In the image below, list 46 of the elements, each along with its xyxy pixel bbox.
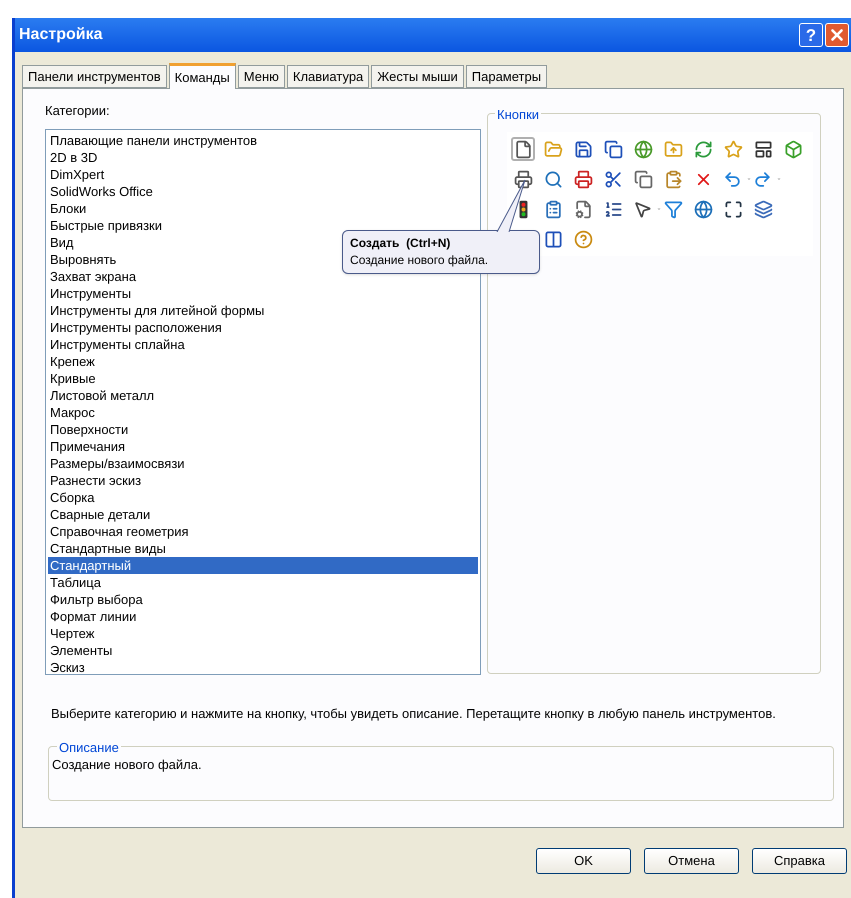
category-item[interactable]: Инструменты сплайна: [48, 336, 478, 352]
category-item[interactable]: Инструменты: [48, 284, 478, 302]
category-item[interactable]: Инструменты для литейной формы: [48, 302, 478, 318]
help-title-button[interactable]: ?: [799, 23, 823, 47]
dialog-button[interactable]: Отмена: [644, 848, 739, 874]
category-item[interactable]: Макрос: [48, 404, 478, 420]
dialog-button[interactable]: Справка: [752, 848, 847, 874]
category-item[interactable]: Сборка: [48, 488, 478, 506]
category-item[interactable]: Крепеж: [48, 352, 478, 370]
category-item[interactable]: Блоки: [48, 200, 478, 216]
category-item[interactable]: Стандартные виды: [48, 540, 478, 556]
window-title: Настройка: [19, 25, 104, 45]
category-item[interactable]: SolidWorks Office: [48, 182, 478, 200]
category-item[interactable]: Размеры/взаимосвязи: [48, 454, 478, 472]
category-item[interactable]: Поверхности: [48, 420, 478, 438]
category-item[interactable]: Захват экрана: [48, 268, 478, 284]
category-item[interactable]: Эскиз: [48, 658, 478, 674]
categories-label: Категории:: [45, 102, 111, 120]
category-item[interactable]: Кривые: [48, 370, 478, 386]
category-item[interactable]: Плавающие панели инструментов: [48, 132, 478, 148]
category-item[interactable]: Примечания: [48, 438, 478, 454]
category-item[interactable]: Справочная геометрия: [48, 522, 478, 540]
category-item[interactable]: Стандартный: [48, 556, 478, 574]
tab[interactable]: Жесты мыши: [371, 65, 464, 88]
category-item[interactable]: Фильтр выбора: [48, 590, 478, 608]
hint-text: Выберите категорию и нажмите на кнопку, чтобы увидеть описание. Перетащите кнопку в любую панель инструментов.: [51, 704, 777, 722]
description-text: Создание нового файла.: [52, 756, 202, 774]
category-item[interactable]: Быстрые привязки: [48, 216, 478, 234]
category-item[interactable]: Сварные детали: [48, 506, 478, 522]
category-item[interactable]: 2D в 3D: [48, 148, 478, 166]
tooltip-text: Создание нового файла.: [350, 252, 490, 268]
category-item[interactable]: DimXpert: [48, 166, 478, 182]
tooltip-title: Создать (Ctrl+N): [350, 235, 452, 252]
category-item[interactable]: Разнести эскиз: [48, 472, 478, 488]
tab[interactable]: Меню: [238, 65, 285, 88]
tab[interactable]: Параметры: [466, 65, 548, 88]
tab[interactable]: Панели инструментов: [22, 65, 167, 88]
category-item[interactable]: Чертеж: [48, 624, 478, 642]
tab[interactable]: Команды: [168, 63, 236, 89]
category-item[interactable]: Таблица: [48, 574, 478, 590]
category-item[interactable]: Формат линии: [48, 608, 478, 624]
category-item[interactable]: Листовой металл: [48, 386, 478, 404]
dialog-button[interactable]: OK: [536, 848, 631, 874]
tab[interactable]: Клавиатура: [286, 65, 370, 88]
category-item[interactable]: Инструменты расположения: [48, 318, 478, 336]
category-item[interactable]: Элементы: [48, 642, 478, 658]
